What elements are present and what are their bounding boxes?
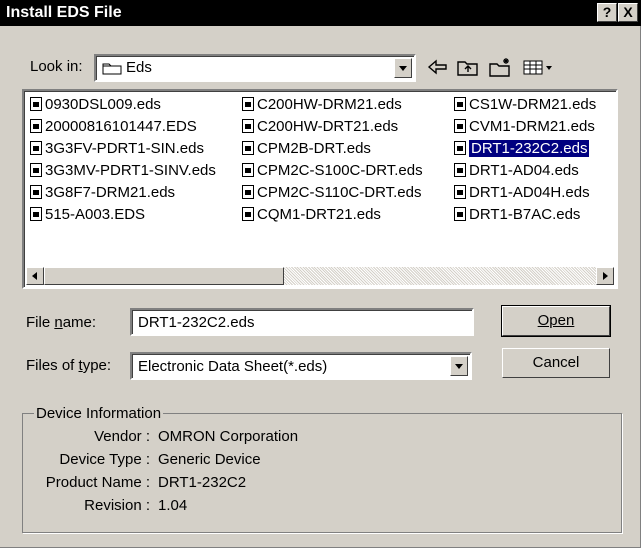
device-info-key: Vendor : — [94, 428, 150, 445]
file-item[interactable]: 0930DSL009.eds — [30, 95, 161, 115]
filetype-combo[interactable]: Electronic Data Sheet(*.eds) — [130, 352, 472, 380]
file-item-label: CS1W-DRM21.eds — [469, 96, 597, 113]
lookin-value: Eds — [126, 59, 152, 76]
close-button[interactable]: X — [618, 3, 638, 22]
file-item[interactable]: 515-A003.EDS — [30, 205, 145, 225]
file-item[interactable]: CPM2B-DRT.eds — [242, 139, 371, 159]
lookin-label: Look in: — [30, 58, 83, 75]
file-item[interactable]: C200HW-DRM21.eds — [242, 95, 402, 115]
dialog-title: Install EDS File — [6, 4, 122, 21]
filetype-value: Electronic Data Sheet(*.eds) — [138, 358, 328, 375]
eds-file-icon — [242, 163, 254, 177]
up-folder-icon[interactable] — [456, 56, 480, 78]
file-list[interactable]: 0930DSL009.eds 20000816101447.EDS 3G3FV-PD… — [22, 89, 618, 289]
eds-file-icon — [242, 97, 254, 111]
eds-file-icon — [30, 163, 42, 177]
device-info-key: Product Name : — [45, 474, 150, 491]
eds-file-icon — [242, 141, 254, 155]
file-item-label: 20000816101447.EDS — [45, 118, 197, 135]
file-item-label: CPM2B-DRT.eds — [257, 140, 371, 157]
eds-file-icon — [242, 185, 254, 199]
file-item-label: CQM1-DRT21.eds — [257, 206, 381, 223]
new-folder-icon[interactable] — [488, 56, 512, 78]
open-button-label: Open — [537, 312, 575, 329]
file-item[interactable]: DRT1-AD04.eds — [454, 161, 579, 181]
filename-value: DRT1-232C2.eds — [138, 314, 255, 331]
eds-file-icon — [30, 119, 42, 133]
file-item-label: CVM1-DRM21.eds — [469, 118, 595, 135]
filename-input[interactable]: DRT1-232C2.eds — [130, 308, 474, 336]
file-item-label: DRT1-232C2.eds — [469, 140, 590, 157]
eds-file-icon — [30, 97, 42, 111]
eds-file-icon — [454, 163, 466, 177]
file-item[interactable]: CQM1-DRT21.eds — [242, 205, 381, 225]
file-item-label: 515-A003.EDS — [45, 206, 146, 223]
file-item-label: C200HW-DRM21.eds — [257, 96, 402, 113]
eds-file-icon — [454, 119, 466, 133]
view-menu-icon[interactable] — [522, 56, 556, 78]
filetype-dropdown-arrow[interactable] — [450, 356, 468, 376]
file-item-label: CPM2C-S110C-DRT.eds — [257, 184, 422, 201]
scroll-thumb[interactable] — [44, 267, 284, 285]
back-icon[interactable] — [426, 56, 450, 78]
file-item-label: DRT1-AD04H.eds — [469, 184, 590, 201]
file-item-label: CPM2C-S100C-DRT.eds — [257, 162, 423, 179]
eds-file-icon — [454, 97, 466, 111]
title-bar[interactable]: Install EDS File ? X — [0, 0, 641, 26]
folder-icon — [102, 61, 122, 80]
device-info-legend: Device Information — [34, 405, 164, 422]
eds-file-icon — [242, 207, 254, 221]
open-button[interactable]: Open — [501, 305, 611, 337]
right-arrow-icon — [603, 272, 608, 280]
scroll-right-button[interactable] — [596, 267, 614, 285]
eds-file-icon — [30, 141, 42, 155]
filetype-label: Files of type: — [26, 357, 112, 374]
file-item[interactable]: 3G3FV-PDRT1-SIN.eds — [30, 139, 204, 159]
file-item[interactable]: DRT1-232C2.eds — [454, 139, 590, 159]
file-item[interactable]: CVM1-DRM21.eds — [454, 117, 595, 137]
file-item[interactable]: 20000816101447.EDS — [30, 117, 197, 137]
file-item-label: 0930DSL009.eds — [45, 96, 161, 113]
filename-label: File name: — [26, 314, 97, 331]
cancel-button[interactable]: Cancel — [502, 348, 610, 378]
file-item[interactable]: 3G8F7-DRM21.eds — [30, 183, 175, 203]
device-info-key: Revision : — [84, 497, 150, 514]
file-item[interactable]: C200HW-DRT21.eds — [242, 117, 398, 137]
eds-file-icon — [30, 207, 42, 221]
file-item[interactable]: CS1W-DRM21.eds — [454, 95, 596, 115]
file-item-label: 3G3FV-PDRT1-SIN.eds — [45, 140, 204, 157]
help-button[interactable]: ? — [597, 3, 617, 22]
device-info-value: DRT1-232C2 — [158, 474, 247, 491]
file-item[interactable]: CPM2C-S100C-DRT.eds — [242, 161, 423, 181]
eds-file-icon — [454, 207, 466, 221]
file-item-label: 3G8F7-DRM21.eds — [45, 184, 176, 201]
file-item-label: DRT1-B7AC.eds — [469, 206, 581, 223]
eds-file-icon — [454, 185, 466, 199]
file-item[interactable]: CPM2C-S110C-DRT.eds — [242, 183, 422, 203]
file-item-label: DRT1-AD04.eds — [469, 162, 579, 179]
file-item[interactable]: 3G3MV-PDRT1-SINV.eds — [30, 161, 216, 181]
eds-file-icon — [454, 141, 466, 155]
install-eds-dialog: Install EDS File ? X Look in: Eds 0930DS… — [0, 0, 641, 548]
eds-file-icon — [30, 185, 42, 199]
lookin-combo[interactable]: Eds — [94, 54, 416, 82]
device-info-value: 1.04 — [158, 497, 188, 514]
left-arrow-icon — [32, 272, 37, 280]
file-item-label: C200HW-DRT21.eds — [257, 118, 399, 135]
device-info-value: Generic Device — [158, 451, 261, 468]
horizontal-scrollbar[interactable] — [26, 267, 614, 285]
device-info-key: Device Type : — [59, 451, 150, 468]
file-item-label: 3G3MV-PDRT1-SINV.eds — [45, 162, 216, 179]
file-item[interactable]: DRT1-B7AC.eds — [454, 205, 580, 225]
scroll-left-button[interactable] — [26, 267, 44, 285]
eds-file-icon — [242, 119, 254, 133]
file-item[interactable]: DRT1-AD04H.eds — [454, 183, 590, 203]
lookin-dropdown-arrow[interactable] — [394, 58, 412, 78]
device-info-value: OMRON Corporation — [158, 428, 299, 445]
